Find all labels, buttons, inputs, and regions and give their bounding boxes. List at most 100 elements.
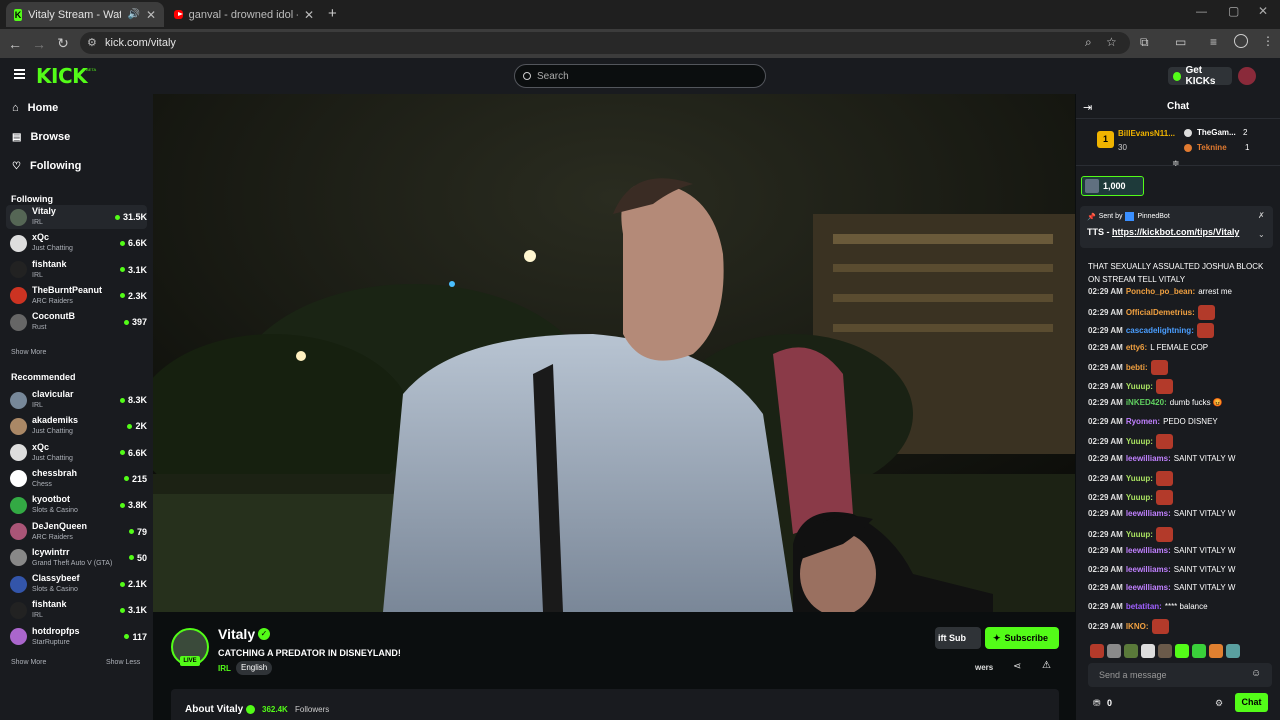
message-username[interactable]: cascadelightning: bbox=[1126, 325, 1194, 336]
share-icon[interactable]: ⋖ bbox=[1013, 661, 1021, 672]
emote-icon[interactable] bbox=[1158, 644, 1172, 658]
message-username[interactable]: Poncho_po_bean: bbox=[1126, 286, 1195, 297]
gift-subs-button[interactable]: ift Sub bbox=[935, 627, 981, 649]
emote-icon[interactable] bbox=[1226, 644, 1240, 658]
user-avatar[interactable] bbox=[1238, 67, 1256, 85]
chat-message[interactable]: 02:29 AM iNKED420: dumb fucks 😡 bbox=[1088, 397, 1273, 408]
chat-message[interactable]: 02:29 AM Yuuup: bbox=[1088, 489, 1273, 505]
sidebar-channel[interactable]: CoconutB Rust 397 bbox=[6, 310, 147, 334]
chat-message[interactable]: 02:29 AM betatitan: **** balance bbox=[1088, 601, 1273, 612]
message-username[interactable]: bebti: bbox=[1126, 362, 1148, 373]
sidebar-channel[interactable]: clavicular IRL 8.3K bbox=[6, 388, 147, 412]
cast-icon[interactable]: ▭ bbox=[1175, 35, 1186, 49]
points-icon[interactable]: ⛃ bbox=[1093, 698, 1101, 709]
show-more-recommended[interactable]: Show More bbox=[11, 659, 46, 666]
search-input[interactable]: Search bbox=[514, 64, 766, 88]
sidebar-channel[interactable]: chessbrah Chess 215 bbox=[6, 467, 147, 491]
chat-message[interactable]: 02:29 AM Poncho_po_bean: arrest me bbox=[1088, 286, 1273, 297]
zoom-icon[interactable]: ⌕ bbox=[1085, 35, 1092, 50]
nav-browse[interactable]: ▤ Browse bbox=[12, 131, 70, 143]
language-tag[interactable]: English bbox=[236, 661, 273, 675]
get-kicks-button[interactable]: Get KICKs bbox=[1168, 65, 1232, 87]
message-username[interactable]: Yuuup: bbox=[1126, 436, 1153, 447]
unpin-icon[interactable]: ✗ bbox=[1258, 211, 1265, 220]
message-username[interactable]: leewilliams: bbox=[1126, 564, 1171, 575]
extensions-icon[interactable]: ⧉ bbox=[1140, 35, 1149, 50]
sidebar-channel[interactable]: fishtank IRL 3.1K bbox=[6, 258, 147, 282]
window-close-icon[interactable]: ✕ bbox=[1258, 4, 1268, 18]
chat-message[interactable]: 02:29 AM Yuuup: bbox=[1088, 471, 1273, 486]
browser-tab-youtube[interactable]: ganval - drowned idol - YouTub ✕ bbox=[166, 2, 322, 27]
report-icon[interactable]: ⚠ bbox=[1042, 660, 1051, 671]
chat-message[interactable]: 02:29 AM leewilliams: SAINT VITALY W bbox=[1088, 564, 1273, 575]
profile-icon[interactable] bbox=[1234, 34, 1248, 48]
chat-message[interactable]: 02:29 AM bebti: bbox=[1088, 360, 1273, 375]
back-icon[interactable]: ← bbox=[3, 36, 27, 52]
chat-input[interactable]: Send a message ☺ bbox=[1088, 663, 1272, 687]
new-tab-icon[interactable]: + bbox=[328, 5, 337, 22]
message-username[interactable]: leewilliams: bbox=[1126, 545, 1171, 556]
emote-icon[interactable] bbox=[1107, 644, 1121, 658]
sidebar-channel[interactable]: xQc Just Chatting 6.6K bbox=[6, 231, 147, 255]
message-username[interactable]: betatitan: bbox=[1126, 601, 1162, 612]
leader-name[interactable]: BillEvansN11... bbox=[1118, 129, 1175, 138]
show-less-recommended[interactable]: Show Less bbox=[106, 659, 140, 666]
message-username[interactable]: Yuuup: bbox=[1126, 492, 1153, 503]
url-bar[interactable]: ⚙ kick.com/vitaly ⌕ ☆ bbox=[80, 32, 1130, 54]
sidebar-channel[interactable]: akademiks Just Chatting 2K bbox=[6, 414, 147, 438]
chat-message[interactable]: 02:29 AM cascadelightning: bbox=[1088, 323, 1273, 338]
sidebar-channel[interactable]: Vitaly IRL 31.5K bbox=[6, 205, 147, 229]
message-username[interactable]: leewilliams: bbox=[1126, 508, 1171, 519]
sidebar-channel[interactable]: TheBurntPeanut ARC Raiders 2.3K bbox=[6, 284, 147, 308]
chevron-down-icon[interactable]: ⌄ bbox=[1258, 230, 1265, 239]
pinned-link[interactable]: https://kickbot.com/tips/Vitaly bbox=[1112, 227, 1239, 237]
message-username[interactable]: IKNO: bbox=[1126, 621, 1149, 632]
emote-icon[interactable] bbox=[1192, 644, 1206, 658]
collapse-chat-icon[interactable]: ⇥ bbox=[1083, 101, 1092, 114]
category-link[interactable]: IRL bbox=[218, 664, 231, 673]
message-username[interactable]: Yuuup: bbox=[1126, 529, 1153, 540]
message-username[interactable]: leewilliams: bbox=[1126, 453, 1171, 464]
emote-icon[interactable] bbox=[1175, 644, 1189, 658]
chat-message[interactable]: 02:29 AM etty6: L FEMALE COP bbox=[1088, 342, 1273, 353]
media-control-icon[interactable]: ≡ bbox=[1210, 35, 1217, 49]
channel-name[interactable]: Vitaly bbox=[218, 626, 255, 642]
chat-message[interactable]: 02:29 AM Yuuup: bbox=[1088, 526, 1273, 542]
sidebar-channel[interactable]: fishtank IRL 3.1K bbox=[6, 598, 147, 622]
browser-tab-kick[interactable]: K Vitaly Stream - Watch Live o 🔊 ✕ bbox=[6, 2, 164, 27]
message-username[interactable]: Yuuup: bbox=[1126, 381, 1153, 392]
message-username[interactable]: iNKED420: bbox=[1126, 397, 1167, 408]
kick-logo[interactable]: KICK bbox=[36, 64, 88, 88]
forward-icon[interactable]: → bbox=[27, 36, 51, 52]
chat-message[interactable]: 02:29 AM leewilliams: SAINT VITALY W bbox=[1088, 453, 1273, 464]
sidebar-channel[interactable]: kyootbot Slots & Casino 3.8K bbox=[6, 493, 147, 517]
close-icon[interactable]: ✕ bbox=[304, 8, 314, 22]
chat-message[interactable]: 02:29 AM Yuuup: bbox=[1088, 434, 1273, 449]
chat-message[interactable]: 02:29 AM IKNO: bbox=[1088, 619, 1273, 634]
nav-following[interactable]: ♡ Following bbox=[12, 160, 81, 172]
nav-home[interactable]: ⌂ Home bbox=[12, 102, 58, 114]
chat-message[interactable]: 02:29 AM Yuuup: bbox=[1088, 378, 1273, 394]
message-username[interactable]: OfficialDemetrius: bbox=[1126, 307, 1195, 318]
chat-message[interactable]: 02:29 AM OfficialDemetrius: bbox=[1088, 304, 1273, 320]
leader-name[interactable]: Teknine bbox=[1197, 143, 1227, 152]
chat-message[interactable]: 02:29 AM leewilliams: SAINT VITALY W bbox=[1088, 508, 1273, 519]
sidebar-channel[interactable]: DeJenQueen ARC Raiders 79 bbox=[6, 520, 147, 544]
sidebar-channel[interactable]: Classybeef Slots & Casino 2.1K bbox=[6, 572, 147, 596]
sidebar-channel[interactable]: lcywintrr Grand Theft Auto V (GTA) 50 bbox=[6, 546, 147, 570]
emote-icon[interactable] bbox=[1124, 644, 1138, 658]
sidebar-channel[interactable]: xQc Just Chatting 6.6K bbox=[6, 441, 147, 465]
send-chat-button[interactable]: Chat bbox=[1235, 693, 1268, 712]
message-username[interactable]: leewilliams: bbox=[1126, 582, 1171, 593]
bookmark-star-icon[interactable]: ☆ bbox=[1106, 35, 1117, 49]
message-username[interactable]: Yuuup: bbox=[1126, 473, 1153, 484]
kicks-goal-bar[interactable]: 1,000 bbox=[1081, 176, 1144, 196]
hamburger-menu-icon[interactable] bbox=[14, 69, 25, 79]
sidebar-channel[interactable]: hotdropfps StarRupture 117 bbox=[6, 625, 147, 649]
leader-name[interactable]: TheGam... bbox=[1197, 128, 1236, 137]
emote-icon[interactable] bbox=[1090, 644, 1104, 658]
chat-message[interactable]: 02:29 AM leewilliams: SAINT VITALY W bbox=[1088, 545, 1273, 556]
emote-icon[interactable] bbox=[1141, 644, 1155, 658]
chat-message[interactable]: 02:29 AM leewilliams: SAINT VITALY W bbox=[1088, 582, 1273, 593]
subscribe-button[interactable]: ✦ Subscribe bbox=[985, 627, 1059, 649]
